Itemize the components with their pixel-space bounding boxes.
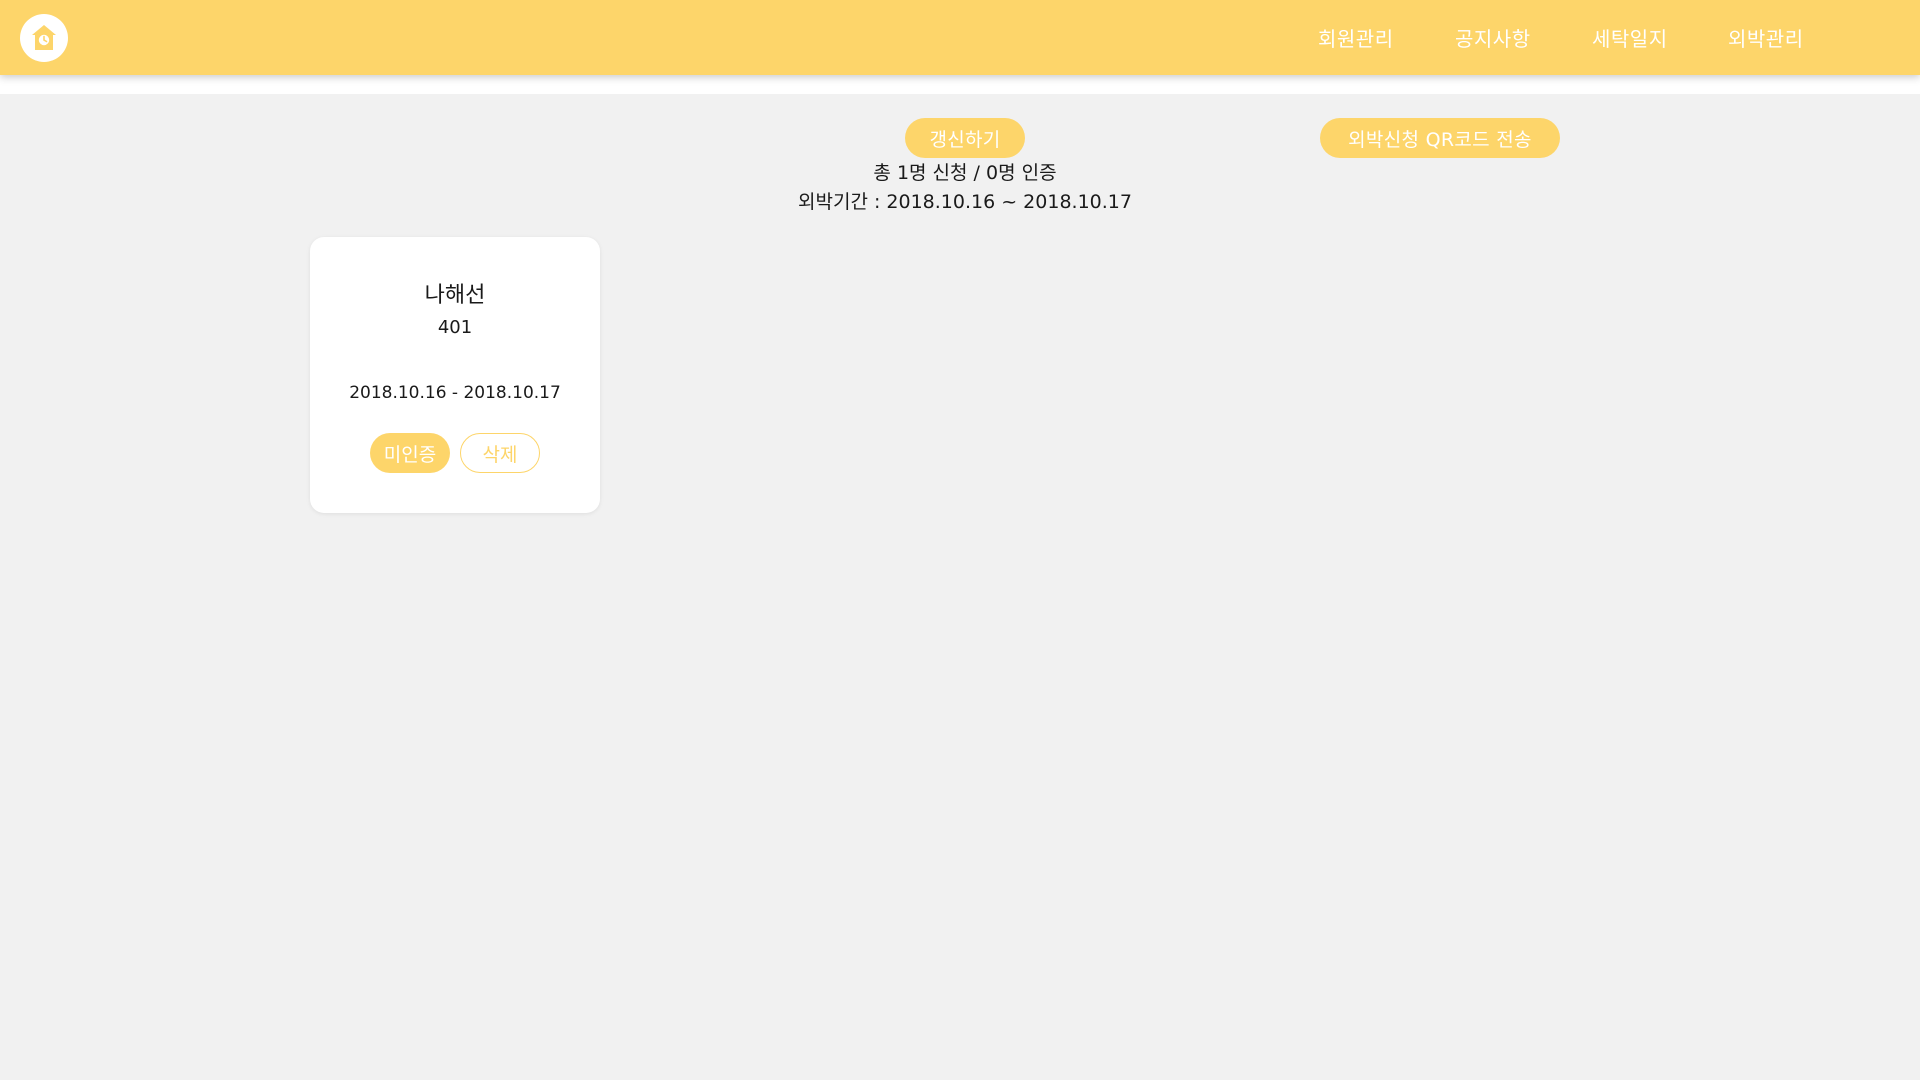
home-clock-icon: [32, 25, 56, 50]
nav-overnight-management[interactable]: 외박관리: [1728, 0, 1804, 75]
top-navigation-bar: 회원관리 공지사항 세탁일지 외박관리: [0, 0, 1920, 75]
overnight-period-summary: 외박기간 : 2018.10.16 ~ 2018.10.17: [798, 191, 1132, 213]
send-qr-code-button[interactable]: 외박신청 QR코드 전송: [1320, 118, 1560, 158]
request-period: 2018.10.16 - 2018.10.17: [349, 383, 561, 403]
room-number: 401: [437, 317, 473, 338]
logo-button[interactable]: [20, 14, 68, 62]
nav-laundry-log[interactable]: 세탁일지: [1592, 0, 1668, 75]
verify-status-button[interactable]: 미인증: [370, 433, 450, 473]
delete-button[interactable]: 삭제: [460, 433, 540, 473]
applicant-name: 나해선: [424, 283, 486, 308]
nav-notices[interactable]: 공지사항: [1455, 0, 1531, 75]
refresh-button[interactable]: 갱신하기: [905, 118, 1025, 158]
overnight-request-card: 나해선 401 2018.10.16 - 2018.10.17 미인증 삭제: [310, 237, 600, 513]
application-count-summary: 총 1명 신청 / 0명 인증: [873, 162, 1057, 184]
header-divider: [0, 75, 1920, 94]
nav-member-management[interactable]: 회원관리: [1318, 0, 1394, 75]
